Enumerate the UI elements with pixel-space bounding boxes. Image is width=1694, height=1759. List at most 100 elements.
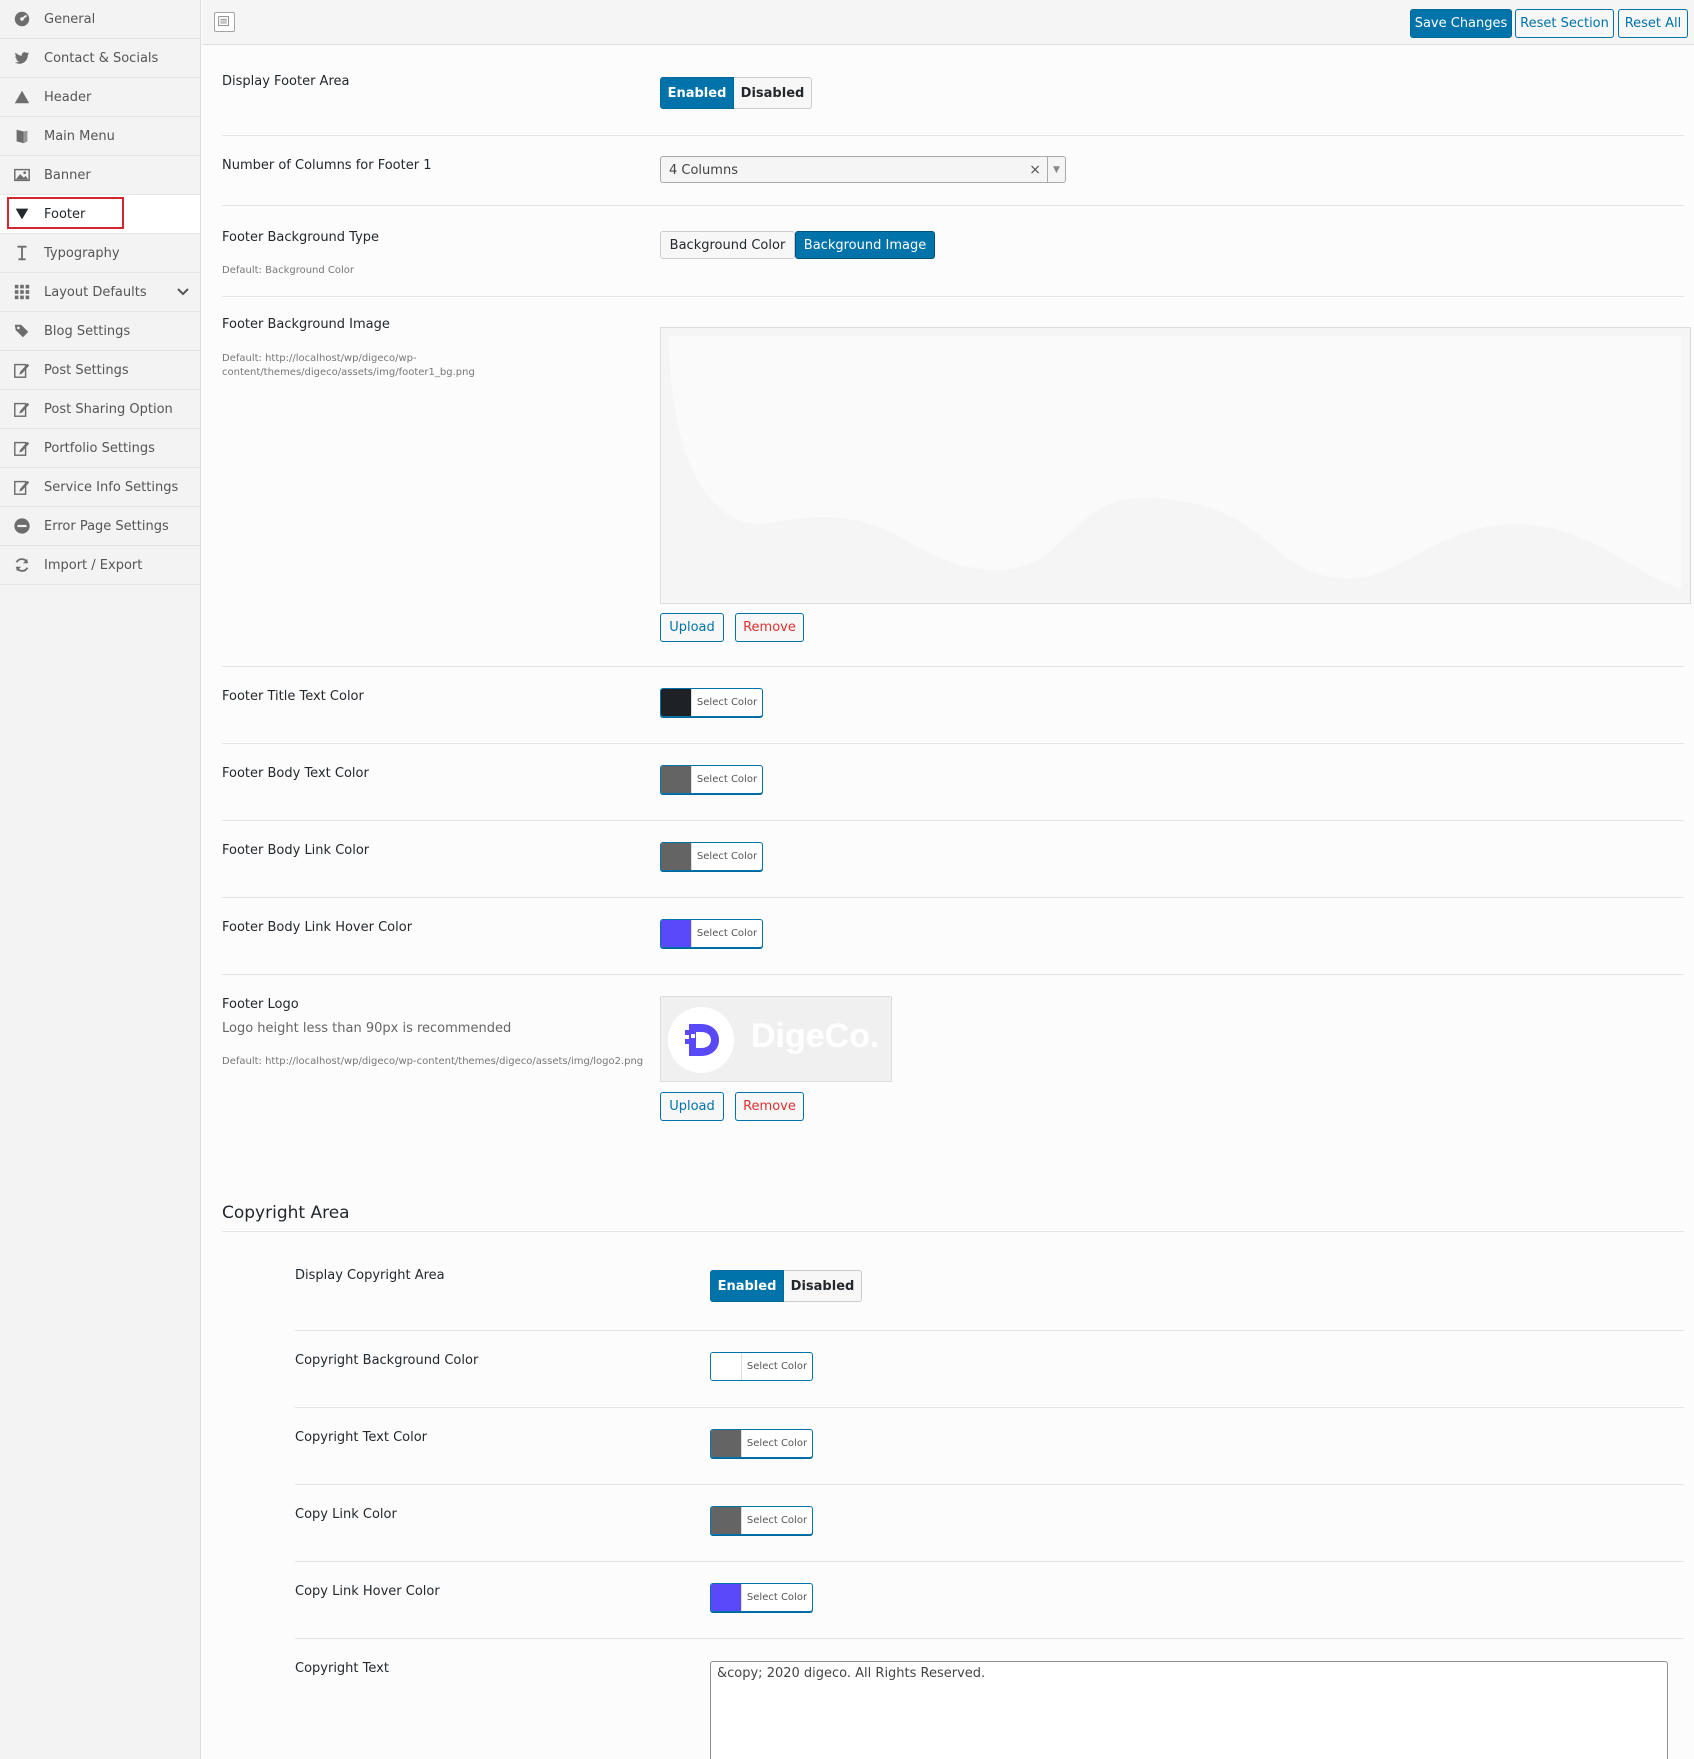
columns-select[interactable]: 4 Columns × ▼	[660, 156, 1066, 183]
field-label: Display Copyright Area	[295, 1268, 445, 1283]
color-picker-button[interactable]: Select Color	[660, 919, 763, 948]
color-picker-button[interactable]: Select Color	[710, 1352, 813, 1381]
sidebar-item-import-export[interactable]: Import / Export	[0, 546, 200, 585]
disabled-button[interactable]: Disabled	[734, 77, 812, 109]
sidebar-item-service-info-settings[interactable]: Service Info Settings	[0, 468, 200, 507]
bg-type-toggle: Background Color Background Image	[660, 231, 935, 259]
sidebar-item-header[interactable]: Header	[0, 78, 200, 117]
sidebar-item-label: Blog Settings	[44, 324, 131, 339]
sidebar-nav: General Contact & Socials Header Main Me…	[0, 0, 201, 1759]
color-picker-button[interactable]: Select Color	[710, 1506, 813, 1535]
refresh-icon	[12, 555, 32, 575]
twitter-icon	[12, 48, 32, 68]
sidebar-item-layout-defaults[interactable]: Layout Defaults	[0, 273, 200, 312]
image-icon	[12, 165, 32, 185]
background-image-option[interactable]: Background Image	[795, 231, 935, 259]
sidebar-item-main-menu[interactable]: Main Menu	[0, 117, 200, 156]
sidebar-item-contact-socials[interactable]: Contact & Socials	[0, 39, 200, 78]
row-footer-link-hover-color: Footer Body Link Hover Color Select Colo…	[222, 898, 1684, 975]
sidebar-item-label: Contact & Socials	[44, 51, 159, 66]
sidebar-item-label: Service Info Settings	[44, 480, 179, 495]
sidebar-item-label: Footer	[44, 207, 86, 222]
color-picker-button[interactable]: Select Color	[710, 1429, 813, 1458]
reset-all-button[interactable]: Reset All	[1618, 9, 1688, 38]
chevron-down-icon[interactable]	[176, 285, 190, 299]
sidebar-item-portfolio-settings[interactable]: Portfolio Settings	[0, 429, 200, 468]
select-color-label: Select Color	[691, 766, 762, 793]
row-footer-columns: Number of Columns for Footer 1 4 Columns…	[222, 136, 1684, 206]
sidebar-item-label: Typography	[44, 246, 120, 261]
copyright-text-input[interactable]: &copy; 2020 digeco. All Rights Reserved.	[710, 1661, 1668, 1759]
edit-icon	[12, 360, 32, 380]
field-description: Default: http://localhost/wp/digeco/wp-c…	[222, 353, 475, 378]
color-swatch	[661, 689, 691, 716]
row-display-footer-area: Display Footer Area Enabled Disabled	[222, 46, 1684, 136]
reset-section-button[interactable]: Reset Section	[1515, 9, 1614, 38]
chevron-down-icon[interactable]: ▼	[1047, 157, 1065, 182]
color-picker-button[interactable]: Select Color	[660, 765, 763, 794]
color-swatch	[711, 1584, 741, 1611]
edit-icon	[12, 438, 32, 458]
row-footer-title-color: Footer Title Text Color Select Color	[222, 667, 1684, 744]
color-swatch	[661, 766, 691, 793]
upload-button[interactable]: Upload	[660, 1092, 724, 1121]
field-label: Footer Background Image	[222, 317, 390, 332]
color-picker-button[interactable]: Select Color	[710, 1583, 813, 1612]
upload-button[interactable]: Upload	[660, 613, 724, 642]
sidebar-item-typography[interactable]: Typography	[0, 234, 200, 273]
row-footer-bg-image: Footer Background Image Default: http://…	[222, 297, 1691, 667]
select-value: 4 Columns	[669, 163, 738, 178]
edit-icon	[12, 477, 32, 497]
sidebar-item-footer[interactable]: Footer	[0, 195, 200, 234]
select-color-label: Select Color	[741, 1584, 812, 1611]
color-swatch	[711, 1430, 741, 1457]
sidebar-item-label: Post Sharing Option	[44, 402, 173, 417]
sidebar-item-general[interactable]: General	[0, 0, 200, 39]
field-label: Footer Background Type	[222, 230, 380, 245]
sidebar-item-post-sharing-option[interactable]: Post Sharing Option	[0, 390, 200, 429]
row-copy-link-hover-color: Copy Link Hover Color Select Color	[295, 1562, 1684, 1639]
select-color-label: Select Color	[741, 1430, 812, 1457]
color-picker-button[interactable]: Select Color	[660, 842, 763, 871]
expand-toggle-icon[interactable]	[214, 12, 235, 32]
wave-background-image	[661, 328, 1690, 603]
color-picker-button[interactable]: Select Color	[660, 688, 763, 717]
sidebar-item-error-page-settings[interactable]: Error Page Settings	[0, 507, 200, 546]
disabled-button[interactable]: Disabled	[784, 1270, 862, 1302]
minus-circle-icon	[12, 516, 32, 536]
row-footer-link-color: Footer Body Link Color Select Color	[222, 821, 1684, 898]
grid-icon	[12, 282, 32, 302]
field-description: Default: Background Color	[222, 265, 355, 276]
field-label: Copy Link Color	[295, 1507, 397, 1522]
save-changes-button[interactable]: Save Changes	[1410, 9, 1512, 38]
clear-icon[interactable]: ×	[1029, 162, 1041, 178]
section-title: Copyright Area	[222, 1203, 350, 1223]
copyright-section-header: Copyright Area	[222, 1172, 1684, 1232]
row-copyright-bg-color: Copyright Background Color Select Color	[295, 1331, 1684, 1408]
enabled-button[interactable]: Enabled	[660, 77, 734, 109]
remove-button[interactable]: Remove	[735, 613, 804, 642]
display-footer-toggle: Enabled Disabled	[660, 77, 812, 109]
color-swatch	[661, 843, 691, 870]
field-label: Footer Body Link Hover Color	[222, 920, 413, 935]
sidebar-item-banner[interactable]: Banner	[0, 156, 200, 195]
sidebar-item-blog-settings[interactable]: Blog Settings	[0, 312, 200, 351]
tags-icon	[12, 321, 32, 341]
background-color-option[interactable]: Background Color	[660, 231, 795, 259]
arrow-down-icon	[12, 204, 32, 224]
field-label: Copyright Text	[295, 1661, 389, 1676]
select-color-label: Select Color	[691, 920, 762, 947]
remove-button[interactable]: Remove	[735, 1092, 804, 1121]
field-label: Display Footer Area	[222, 74, 350, 89]
field-label: Footer Body Text Color	[222, 766, 369, 781]
sidebar-item-post-settings[interactable]: Post Settings	[0, 351, 200, 390]
text-icon	[12, 243, 32, 263]
row-footer-logo: Footer Logo Logo height less than 90px i…	[222, 975, 1684, 1175]
select-color-label: Select Color	[691, 689, 762, 716]
field-label: Copyright Text Color	[295, 1430, 428, 1445]
enabled-button[interactable]: Enabled	[710, 1270, 784, 1302]
field-subtitle: Logo height less than 90px is recommende…	[222, 1021, 512, 1036]
sidebar-item-label: Error Page Settings	[44, 519, 169, 534]
options-topbar: Save Changes Reset Section Reset All	[202, 0, 1694, 45]
row-copyright-text: Copyright Text &copy; 2020 digeco. All R…	[295, 1639, 1684, 1759]
